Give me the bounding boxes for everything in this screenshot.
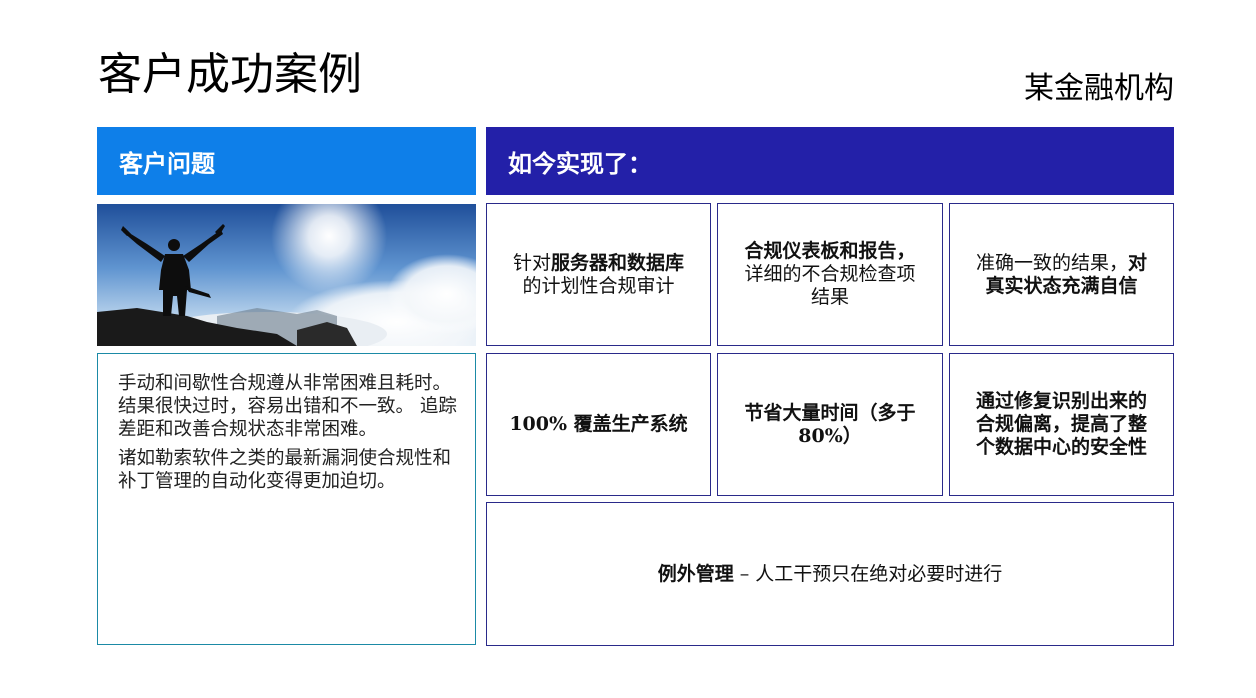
achievement-4-text: 100% 覆盖生产系统 <box>509 413 688 435</box>
problem-header-label: 客户问题 <box>119 148 215 178</box>
achievement-5-text: 节省大量时间（多于80%） <box>744 401 916 447</box>
organization-name: 某金融机构 <box>1024 71 1174 106</box>
problem-paragraph-2: 诸如勒索软件之类的最新漏洞使合规性和补丁管理的自动化变得更加迫切。 <box>118 448 452 492</box>
achievement-scheduled-audit: 针对服务器和数据库的计划性合规审计 <box>486 203 711 346</box>
achievement-consistent-results: 准确一致的结果，对真实状态充满自信 <box>949 203 1174 346</box>
achieved-header-label: 如今实现了： <box>508 148 652 178</box>
achievement-2-suffix: 详细的不合规检查项结果 <box>744 263 916 308</box>
success-photo <box>97 204 476 346</box>
achievement-2-bold: 合规仪表板和报告， <box>744 240 916 262</box>
achievement-time-savings: 节省大量时间（多于80%） <box>717 353 943 496</box>
achievement-1-suffix: 的计划性合规审计 <box>522 274 675 297</box>
person-arms-raised-on-mountain-icon <box>97 204 476 346</box>
problem-header: 客户问题 <box>97 127 476 195</box>
achievement-exception-management: 例外管理 – 人工干预只在绝对必要时进行 <box>486 502 1174 646</box>
achievement-dashboard-reports: 合规仪表板和报告，详细的不合规检查项结果 <box>717 203 943 346</box>
problem-description: 手动和间歇性合规遵从非常困难且耗时。 结果很快过时，容易出错和不一致。 追踪差距… <box>97 353 476 645</box>
achievement-7-bold: 例外管理 <box>657 562 734 585</box>
achievement-security-improvement: 通过修复识别出来的合规偏离，提高了整个数据中心的安全性 <box>949 353 1174 496</box>
achieved-header: 如今实现了： <box>486 127 1174 195</box>
achievement-full-coverage: 100% 覆盖生产系统 <box>486 353 711 496</box>
achievement-1-prefix: 针对 <box>512 251 551 274</box>
achievement-6-text: 通过修复识别出来的合规偏离，提高了整个数据中心的安全性 <box>975 390 1147 458</box>
page-title: 客户成功案例 <box>98 49 362 100</box>
achievement-7-suffix: – 人工干预只在绝对必要时进行 <box>733 562 1003 585</box>
achievement-3-prefix: 准确一致的结果， <box>975 251 1128 274</box>
problem-paragraph-1: 手动和间歇性合规遵从非常困难且耗时。 结果很快过时，容易出错和不一致。 追踪差距… <box>118 373 457 440</box>
achievement-1-bold: 服务器和数据库 <box>551 251 685 274</box>
